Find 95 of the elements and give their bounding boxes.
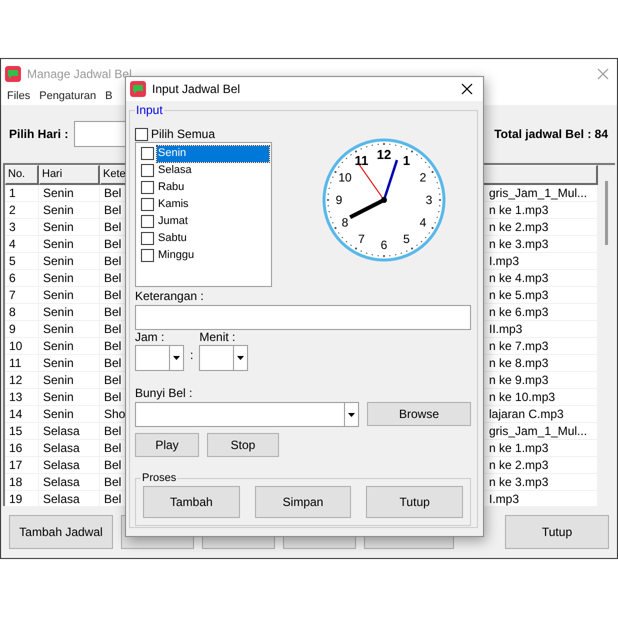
input-field[interactable] — [135, 305, 471, 330]
checkbox[interactable] — [141, 215, 154, 228]
caret-icon — [173, 356, 180, 360]
table-cell: Senin — [39, 218, 100, 234]
list-item[interactable]: Selasa — [157, 162, 269, 178]
table-cell: 4 — [5, 236, 39, 252]
checkbox-label: Pilih Semua — [151, 126, 216, 143]
clock-numeral: 2 — [420, 170, 426, 184]
clock-numeral: 8 — [342, 216, 348, 230]
table-cell: Senin — [39, 354, 100, 370]
dialog-title: Input Jadwal Bel — [152, 81, 240, 98]
table-cell: Senin — [39, 304, 100, 320]
checkbox[interactable] — [141, 249, 154, 262]
table-cell: 2 — [5, 202, 39, 218]
table-cell: 14 — [5, 406, 39, 422]
table-cell: 3 — [5, 218, 39, 234]
table-cell: 19 — [5, 490, 39, 506]
table-cell: 16 — [5, 440, 39, 456]
clock-numeral: 6 — [380, 238, 388, 252]
button[interactable]: Simpan — [254, 486, 352, 518]
total-count: Total jadwal Bel : 84 — [494, 126, 608, 143]
browse-button[interactable]: Browse — [367, 402, 471, 426]
table-cell: 10 — [5, 338, 39, 354]
table-cell: Senin — [39, 372, 100, 388]
table-cell: Senin — [39, 202, 100, 218]
menu-item[interactable]: B — [105, 88, 112, 105]
caret-icon — [348, 412, 355, 416]
checkbox[interactable] — [141, 147, 154, 160]
table-cell: 5 — [5, 252, 39, 268]
table-cell: Senin — [39, 270, 100, 286]
app-icon — [5, 66, 21, 82]
table-cell: 6 — [5, 270, 39, 286]
scrollbar[interactable] — [598, 165, 615, 506]
menu-item[interactable]: Pengaturan — [39, 88, 96, 105]
table-cell: 12 — [5, 372, 39, 388]
button[interactable]: Tambah Jadwal — [9, 515, 113, 549]
checkbox[interactable] — [141, 198, 154, 211]
field-label: Keterangan : — [135, 290, 205, 303]
table-cell: 15 — [5, 422, 39, 438]
field-label: Jam : — [135, 331, 166, 344]
table-cell: Senin — [39, 320, 100, 336]
table-cell: Senin — [39, 286, 100, 302]
checkbox[interactable] — [135, 128, 148, 140]
table-cell: Senin — [39, 406, 100, 422]
sound-combo[interactable] — [135, 402, 359, 427]
clock-numeral: 12 — [376, 147, 392, 162]
column-header[interactable]: No. — [5, 165, 39, 184]
clock-numeral: 1 — [402, 153, 410, 168]
clock-numeral: 4 — [420, 216, 426, 230]
table-cell: Senin — [39, 252, 100, 268]
time-separator: : — [190, 347, 194, 364]
list-item[interactable]: Rabu — [157, 180, 269, 196]
caret-icon — [237, 356, 244, 360]
field-label: Menit : — [199, 331, 236, 344]
group-label: Input — [135, 103, 164, 117]
table-cell: 7 — [5, 286, 39, 302]
table-cell: Selasa — [39, 474, 100, 490]
list-item[interactable]: Senin — [157, 146, 269, 162]
column-header[interactable]: Hari — [39, 165, 100, 184]
filter-label: Pilih Hari : — [9, 126, 68, 143]
table-cell: 8 — [5, 304, 39, 320]
checkbox[interactable] — [141, 164, 154, 177]
table-cell: 1 — [5, 184, 39, 200]
button[interactable]: Tambah — [143, 486, 240, 518]
field-label: Bunyi Bel : — [135, 387, 194, 400]
list-item[interactable]: Kamis — [157, 196, 269, 212]
clock-numeral: 3 — [426, 193, 432, 207]
table-cell: Selasa — [39, 456, 100, 472]
checkbox[interactable] — [141, 181, 154, 194]
button[interactable]: Tutup — [505, 515, 609, 549]
checkbox[interactable] — [141, 232, 154, 245]
hour-combo[interactable] — [135, 345, 184, 371]
table-cell: 18 — [5, 474, 39, 490]
stop-button[interactable]: Stop — [207, 433, 279, 457]
button[interactable]: Tutup — [366, 486, 464, 518]
table-cell: Selasa — [39, 440, 100, 456]
table-cell: Senin — [39, 388, 100, 404]
table-cell: 9 — [5, 320, 39, 336]
table-cell: Senin — [39, 184, 100, 200]
table-cell: Selasa — [39, 490, 100, 506]
menu-item[interactable]: Files — [7, 88, 30, 105]
close-icon[interactable] — [461, 83, 473, 95]
table-cell: 17 — [5, 456, 39, 472]
column-header[interactable] — [483, 165, 598, 184]
play-button[interactable]: Play — [135, 433, 199, 457]
table-cell: Senin — [39, 338, 100, 354]
table-cell: 11 — [5, 354, 39, 370]
table-cell: Senin — [39, 236, 100, 252]
app-icon — [130, 81, 146, 97]
clock-numeral: 10 — [338, 170, 352, 184]
clock-numeral: 9 — [336, 193, 342, 207]
table-cell: 13 — [5, 388, 39, 404]
clock-numeral: 11 — [354, 153, 368, 168]
minute-combo[interactable] — [199, 345, 248, 371]
table-cell: Selasa — [39, 422, 100, 438]
